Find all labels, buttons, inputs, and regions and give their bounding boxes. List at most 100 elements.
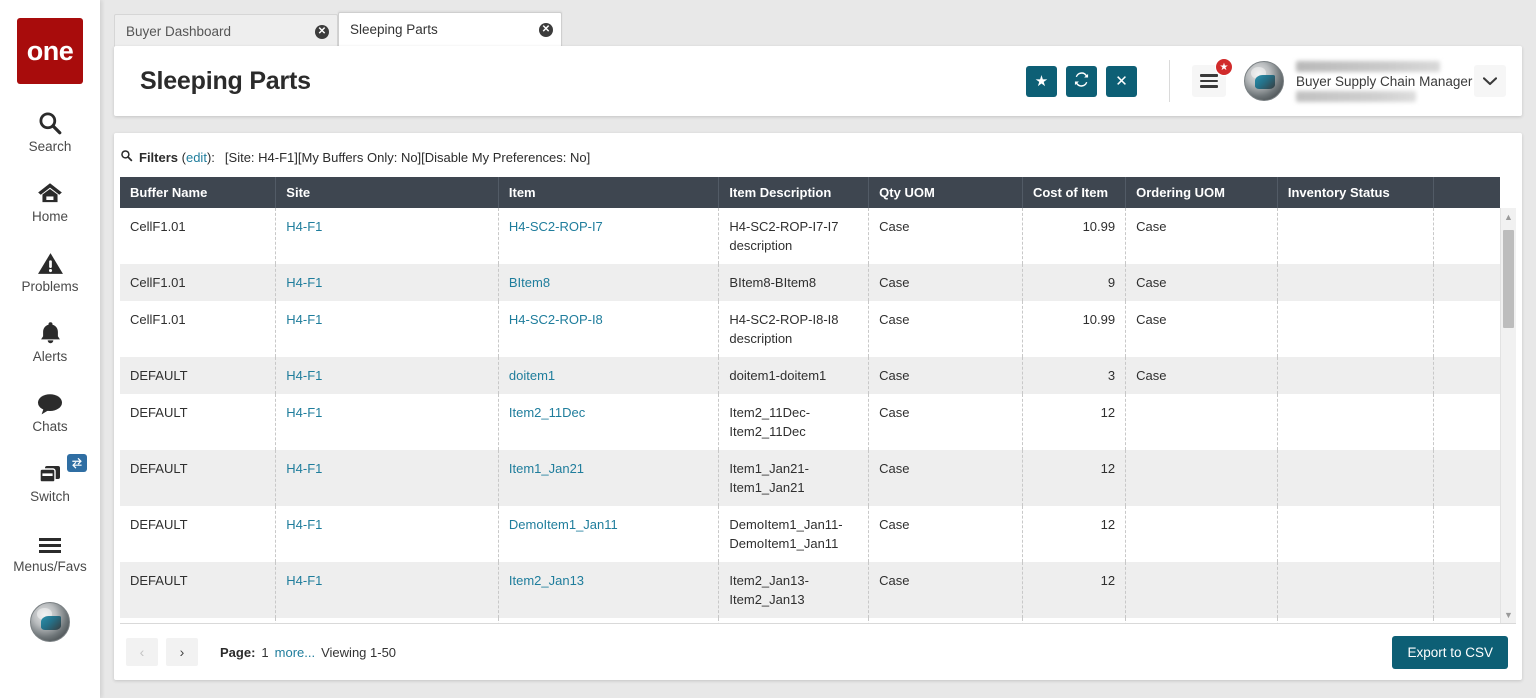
column-header-inventory-status[interactable]: Inventory Status	[1277, 177, 1433, 208]
sidebar-item-problems[interactable]: Problems	[0, 246, 100, 294]
table-row[interactable]: DEFAULTH4-F1Item2_11DecItem2_11Dec-Item2…	[120, 394, 1500, 450]
column-header-item[interactable]: Item	[498, 177, 719, 208]
cell-inventory-status	[1277, 264, 1433, 301]
refresh-button[interactable]	[1066, 66, 1097, 97]
refresh-icon	[1074, 72, 1089, 91]
cell-item[interactable]: Item2_Jan13	[498, 562, 719, 618]
chevron-right-icon: ›	[180, 644, 185, 660]
page-header-card: Sleeping Parts ★ ✕ ★	[114, 46, 1522, 116]
site-link[interactable]: H4-F1	[286, 312, 322, 327]
star-badge-icon: ★	[1215, 58, 1233, 76]
more-pages-link[interactable]: more...	[275, 645, 315, 660]
column-header-item-description[interactable]: Item Description	[719, 177, 869, 208]
table-row[interactable]: CellF1.01H4-F1H4-SC2-ROP-I7H4-SC2-ROP-I7…	[120, 208, 1500, 264]
cell-item[interactable]: H4-SC2-ROP-I8	[498, 301, 719, 357]
table-row[interactable]: CellF1.01H4-F1BItem8BItem8-BItem8Case9Ca…	[120, 264, 1500, 301]
item-link[interactable]: Item2_11Dec	[509, 405, 585, 420]
cell-site[interactable]: H4-F1	[276, 450, 499, 506]
site-link[interactable]: H4-F1	[286, 368, 322, 383]
item-link[interactable]: DemoItem1_Jan11	[509, 517, 618, 532]
site-link[interactable]: H4-F1	[286, 573, 322, 588]
export-to-csv-button[interactable]: Export to CSV	[1392, 636, 1508, 669]
sidebar-item-search[interactable]: Search	[0, 106, 100, 154]
cell-qty-uom: Case	[869, 301, 1023, 357]
cell-site[interactable]: H4-F1	[276, 264, 499, 301]
scroll-up-arrow-icon[interactable]: ▲	[1501, 208, 1516, 225]
hamburger-menu-icon	[1200, 71, 1218, 91]
site-link[interactable]: H4-F1	[286, 405, 322, 420]
cell-site[interactable]: H4-F1	[276, 394, 499, 450]
cell-item-description: H4-SC2-ROP-I7-I7 description	[719, 208, 869, 264]
close-circle-icon[interactable]: ✕	[315, 25, 329, 39]
sidebar-item-switch[interactable]: Switch	[0, 456, 100, 504]
site-link[interactable]: H4-F1	[286, 461, 322, 476]
cell-ordering-uom: Case	[1126, 264, 1278, 301]
cell-item[interactable]: Item1_Jan21	[498, 450, 719, 506]
cell-buffer-name: DEFAULT	[120, 394, 276, 450]
cell-inventory-status	[1277, 450, 1433, 506]
sidebar-item-chats[interactable]: Chats	[0, 386, 100, 434]
tab-buyer-dashboard[interactable]: Buyer Dashboard ✕	[114, 14, 338, 48]
cell-item[interactable]: BItem8	[498, 264, 719, 301]
user-name-redacted	[1296, 61, 1440, 72]
search-icon	[37, 106, 63, 136]
column-header-site[interactable]: Site	[276, 177, 499, 208]
previous-page-button[interactable]: ‹	[126, 638, 158, 666]
cell-site[interactable]: H4-F1	[276, 562, 499, 618]
item-link[interactable]: BItem8	[509, 275, 550, 290]
table-body-holder[interactable]: CellF1.01H4-F1H4-SC2-ROP-I7H4-SC2-ROP-I7…	[120, 208, 1516, 624]
column-header-cost-of-item[interactable]: Cost of Item	[1022, 177, 1125, 208]
scroll-down-arrow-icon[interactable]: ▼	[1501, 606, 1516, 623]
cell-site[interactable]: H4-F1	[276, 301, 499, 357]
column-header-ordering-uom[interactable]: Ordering UOM	[1126, 177, 1278, 208]
cell-buffer-name: DEFAULT	[120, 450, 276, 506]
sidebar-item-home[interactable]: Home	[0, 176, 100, 224]
favorite-button[interactable]: ★	[1026, 66, 1057, 97]
tab-sleeping-parts[interactable]: Sleeping Parts ✕	[338, 12, 562, 48]
table-vertical-scrollbar[interactable]: ▲ ▼	[1500, 208, 1516, 623]
logo-text: one	[27, 36, 74, 67]
one-network-logo[interactable]: one	[17, 18, 83, 84]
next-page-button[interactable]: ›	[166, 638, 198, 666]
item-link[interactable]: Item1_Jan21	[509, 461, 584, 476]
data-table-header: Buffer NameSiteItemItem DescriptionQty U…	[120, 177, 1500, 208]
table-row[interactable]: DEFAULTH4-F1Item2_Jan13Item2_Jan13-Item2…	[120, 562, 1500, 618]
column-header-qty-uom[interactable]: Qty UOM	[869, 177, 1023, 208]
site-link[interactable]: H4-F1	[286, 219, 322, 234]
item-link[interactable]: Item2_Jan13	[509, 573, 584, 588]
user-role-label: Buyer Supply Chain Manager	[1296, 73, 1466, 90]
close-button[interactable]: ✕	[1106, 66, 1137, 97]
close-circle-icon[interactable]: ✕	[539, 23, 553, 37]
table-row[interactable]: DEFAULTH4-F1doitem1doitem1-doitem1Case3C…	[120, 357, 1500, 394]
item-link[interactable]: doitem1	[509, 368, 555, 383]
cell-item[interactable]: doitem1	[498, 357, 719, 394]
item-link[interactable]: H4-SC2-ROP-I8	[509, 312, 603, 327]
user-menu-chevron-down-icon[interactable]	[1474, 65, 1506, 97]
filters-edit-link[interactable]: edit	[186, 150, 207, 165]
sidebar-item-menus-favs[interactable]: Menus/Favs	[0, 526, 100, 574]
sidebar-item-alerts[interactable]: Alerts	[0, 316, 100, 364]
cell-site[interactable]: H4-F1	[276, 506, 499, 562]
item-link[interactable]: H4-SC2-ROP-I7	[509, 219, 603, 234]
site-link[interactable]: H4-F1	[286, 517, 322, 532]
main-area: Buyer Dashboard ✕ Sleeping Parts ✕ Sleep…	[100, 0, 1536, 698]
site-link[interactable]: H4-F1	[286, 275, 322, 290]
cell-site[interactable]: H4-F1	[276, 208, 499, 264]
cell-qty-uom: Case	[869, 208, 1023, 264]
cell-item[interactable]: H4-SC2-ROP-I7	[498, 208, 719, 264]
swap-arrows-icon[interactable]	[67, 454, 87, 472]
table-row[interactable]: DEFAULTH4-F1Item1_Jan21Item1_Jan21-Item1…	[120, 450, 1500, 506]
cell-site[interactable]: H4-F1	[276, 357, 499, 394]
cell-buffer-name: DEFAULT	[120, 562, 276, 618]
table-row[interactable]: DEFAULTH4-F1DemoItem1_Jan11DemoItem1_Jan…	[120, 506, 1500, 562]
notifications-menu-button[interactable]: ★	[1192, 65, 1226, 97]
table-row[interactable]: CellF1.01H4-F1H4-SC2-ROP-I8H4-SC2-ROP-I8…	[120, 301, 1500, 357]
cell-item[interactable]: Item2_11Dec	[498, 394, 719, 450]
column-header-actions[interactable]	[1433, 177, 1500, 208]
sidebar-user-avatar[interactable]	[30, 602, 70, 642]
cell-qty-uom: Case	[869, 562, 1023, 618]
user-avatar-icon[interactable]	[1244, 61, 1284, 101]
column-header-buffer-name[interactable]: Buffer Name	[120, 177, 276, 208]
cell-item[interactable]: DemoItem1_Jan11	[498, 506, 719, 562]
scrollbar-thumb[interactable]	[1503, 230, 1514, 328]
